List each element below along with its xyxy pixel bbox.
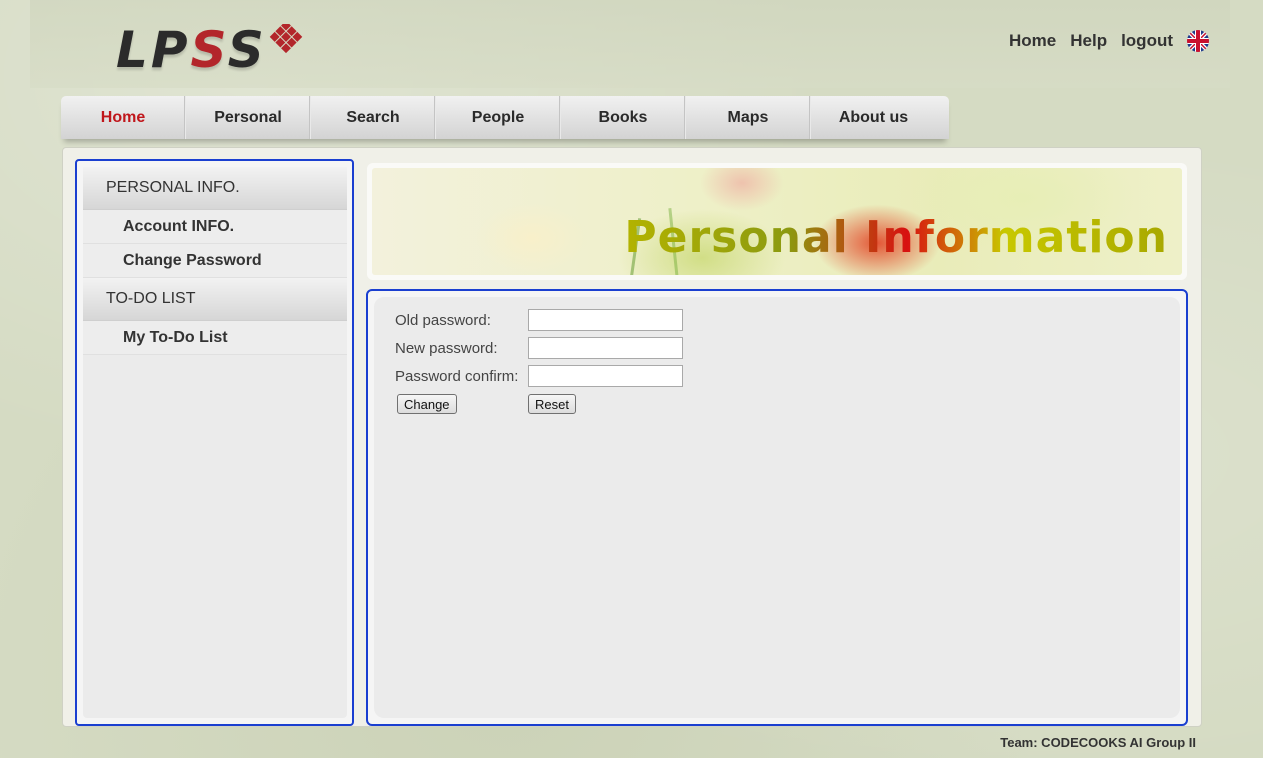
- logo-text-s-red: S: [190, 21, 228, 79]
- new-password-row: New password:: [395, 337, 683, 359]
- lpss-logo[interactable]: LPSS: [116, 22, 316, 78]
- old-password-input[interactable]: [528, 309, 683, 331]
- top-links: Home Help logout: [1009, 30, 1209, 52]
- nav-search[interactable]: Search: [311, 96, 436, 139]
- content-frame: Old password: New password: Password con…: [366, 289, 1188, 726]
- nav-people[interactable]: People: [436, 96, 561, 139]
- old-password-label: Old password:: [395, 311, 491, 329]
- sidebar-frame: PERSONAL INFO. Account INFO. Change Pass…: [75, 159, 354, 726]
- nav-maps[interactable]: Maps: [686, 96, 811, 139]
- password-confirm-input[interactable]: [528, 365, 683, 387]
- nav-home[interactable]: Home: [61, 96, 186, 139]
- top-help-link[interactable]: Help: [1070, 31, 1107, 51]
- footer-team-credit: Team: CODECOOKS AI Group II: [1000, 735, 1196, 750]
- password-confirm-label: Password confirm:: [395, 367, 519, 385]
- new-password-label: New password:: [395, 339, 498, 357]
- change-button[interactable]: Change: [397, 394, 457, 414]
- logo-text-s: S: [227, 21, 267, 79]
- nav-personal[interactable]: Personal: [186, 96, 311, 139]
- logo-diamond-icon: [269, 24, 303, 54]
- uk-flag-icon[interactable]: [1187, 30, 1209, 52]
- top-home-link[interactable]: Home: [1009, 31, 1056, 51]
- sidebar-heading-todo-list: TO-DO LIST: [83, 278, 347, 321]
- banner-frame: Personal Information: [367, 163, 1187, 280]
- new-password-input[interactable]: [528, 337, 683, 359]
- sidebar: PERSONAL INFO. Account INFO. Change Pass…: [83, 167, 347, 718]
- logo-text-lp: LP: [116, 21, 191, 79]
- banner-title: Personal Information: [624, 212, 1168, 263]
- nav-books[interactable]: Books: [561, 96, 686, 139]
- sidebar-item-change-password[interactable]: Change Password: [83, 244, 347, 278]
- old-password-row: Old password:: [395, 309, 683, 331]
- password-confirm-row: Password confirm:: [395, 365, 683, 387]
- sidebar-heading-personal-info: PERSONAL INFO.: [83, 167, 347, 210]
- logout-link[interactable]: logout: [1121, 31, 1173, 51]
- banner-image: Personal Information: [372, 168, 1182, 275]
- change-password-form: Old password: New password: Password con…: [374, 297, 1180, 718]
- sidebar-item-my-todo-list[interactable]: My To-Do List: [83, 321, 347, 355]
- nav-about-us[interactable]: About us: [811, 96, 936, 139]
- main-navbar: Home Personal Search People Books Maps A…: [61, 96, 949, 139]
- sidebar-item-account-info[interactable]: Account INFO.: [83, 210, 347, 244]
- reset-button[interactable]: Reset: [528, 394, 576, 414]
